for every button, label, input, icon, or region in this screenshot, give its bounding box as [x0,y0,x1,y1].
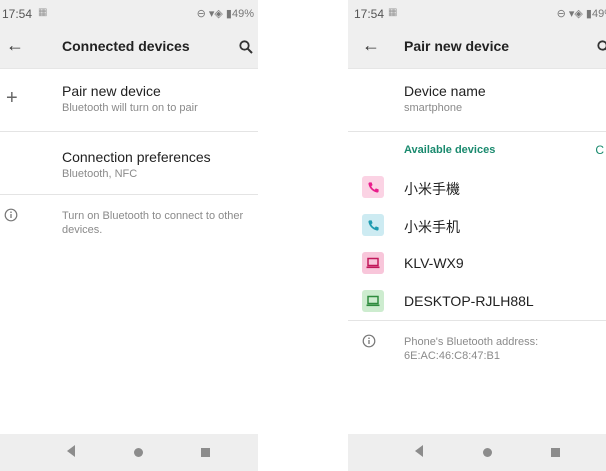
device-name-value: smartphone [404,102,463,114]
status-time: 17:54 [2,7,33,21]
connected-devices-screen: 17:54 ▦ ⊖ ▾◈ ▮49% ← Connected devices + … [0,0,258,471]
connection-preferences-subtitle: Bluetooth, NFC [62,168,138,180]
notification-icon: ▦ [38,7,48,18]
pair-new-device-title: Pair new device [62,83,161,99]
bluetooth-address-info: Phone's Bluetooth address: 6E:AC:46:C8:4… [348,321,606,381]
nav-home-icon[interactable] [483,448,492,457]
navigation-bar [0,434,258,471]
page-title: Connected devices [62,38,190,54]
device-name: KLV-WX9 [404,255,464,271]
device-name: 小米手机 [404,219,460,235]
info-icon [362,334,376,348]
nav-back-icon[interactable] [414,444,424,458]
app-bar: ← Pair new device [348,26,606,69]
status-time: 17:54 [354,7,385,21]
info-icon [4,208,18,222]
plus-icon: + [6,87,18,109]
device-item[interactable]: DESKTOP-RJLH88L [348,282,606,320]
app-bar: ← Connected devices [0,26,258,69]
bluetooth-info-text: Turn on Bluetooth to connect to other de… [62,210,244,236]
status-bar: 17:54 ▦ ⊖ ▾◈ ▮49% [348,0,606,26]
connection-preferences-title: Connection preferences [62,149,211,165]
device-name: 小米手機 [404,181,460,197]
device-name-title: Device name [404,83,486,99]
device-name: DESKTOP-RJLH88L [404,293,534,309]
page-title: Pair new device [404,38,510,54]
status-icons: ⊖ ▾◈ ▮49% [196,8,254,20]
available-devices-label: Available devices [404,144,496,156]
bluetooth-info: Turn on Bluetooth to connect to other de… [0,195,258,255]
device-item[interactable]: 小米手机 [348,206,606,244]
nav-home-icon[interactable] [134,448,143,457]
pair-new-device-subtitle: Bluetooth will turn on to pair [62,102,198,114]
available-devices-header: Available devices C [348,132,606,168]
notification-icon: ▦ [388,7,398,18]
bluetooth-address-text: Phone's Bluetooth address: 6E:AC:46:C8:4… [404,336,539,362]
phone-icon [362,214,384,236]
laptop-icon [362,290,384,312]
search-icon[interactable] [238,39,254,55]
nav-recents-icon[interactable] [201,448,210,457]
device-item[interactable]: 小米手機 [348,168,606,206]
pair-new-device-screen: 17:54 ▦ ⊖ ▾◈ ▮49% ← Pair new device Devi… [348,0,606,471]
arrow-left-icon[interactable]: ← [362,35,380,56]
connection-preferences-item[interactable]: Connection preferences Bluetooth, NFC [0,132,258,194]
nav-recents-icon[interactable] [551,448,560,457]
navigation-bar [348,434,606,471]
status-bar: 17:54 ▦ ⊖ ▾◈ ▮49% [0,0,258,26]
laptop-icon [362,252,384,274]
search-icon[interactable] [596,39,606,55]
phone-icon [362,176,384,198]
scanning-spinner-icon: C [595,143,604,157]
arrow-left-icon[interactable]: ← [6,35,24,56]
status-icons: ⊖ ▾◈ ▮49% [556,8,606,20]
nav-back-icon[interactable] [66,444,76,458]
device-item[interactable]: KLV-WX9 [348,244,606,282]
device-name-item[interactable]: Device name smartphone [348,69,606,131]
pair-new-device-item[interactable]: + Pair new device Bluetooth will turn on… [0,69,258,131]
